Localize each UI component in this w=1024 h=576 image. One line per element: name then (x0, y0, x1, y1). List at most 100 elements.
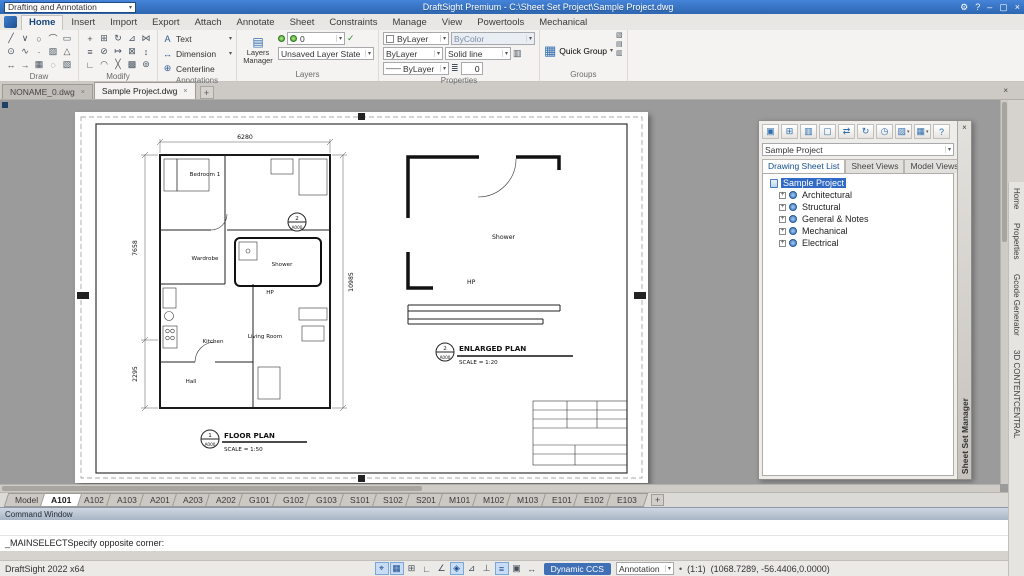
close-panel-icon[interactable]: × (962, 123, 967, 132)
side-tab-gcode-generator[interactable]: Gcode Generator (1012, 274, 1021, 336)
transmit-icon[interactable]: ⇄ ▾ (838, 124, 855, 139)
mirror-icon[interactable]: ⋈ (139, 32, 153, 45)
polar-icon[interactable]: ∠ (435, 562, 449, 575)
dimension-button[interactable]: ↔ Dimension ▾ (162, 47, 232, 60)
centerline-button[interactable]: ⊕ Centerline ▾ (162, 62, 232, 75)
polygon-icon[interactable]: △ (60, 45, 74, 58)
layer-visibility-icon[interactable] (278, 35, 285, 42)
snap-icon[interactable]: ⊞ (405, 562, 419, 575)
units-icon[interactable]: ↔ (525, 562, 539, 575)
etrack-icon[interactable]: ⊿ (465, 562, 479, 575)
tab-powertools[interactable]: Powertools (470, 16, 531, 30)
infinite-line-icon[interactable]: ↔ (4, 58, 18, 71)
line-color-combo[interactable]: ByLayer ▾ (383, 32, 449, 45)
expand-icon[interactable]: + (779, 204, 786, 211)
revision-cloud-icon[interactable]: ◌ (46, 58, 60, 71)
tree-item-sample-project[interactable]: + Sample Project (765, 177, 951, 189)
bycolor-combo[interactable]: ByColor ▾ (451, 32, 535, 45)
ray-icon[interactable]: → (18, 58, 32, 71)
copy-icon[interactable]: ⊞ (97, 32, 111, 45)
linestyle-combo[interactable]: Solid line ▾ (445, 47, 511, 60)
edit-group-icon[interactable]: ▧ (616, 32, 623, 40)
lineweight-combo[interactable]: ByLayer ▾ (383, 47, 443, 60)
quick-group-button[interactable]: ▦ Quick Group ▾ (544, 32, 613, 69)
expand-icon[interactable]: + (779, 192, 786, 199)
offset-icon[interactable]: ≡ (83, 45, 97, 58)
side-tab-home[interactable]: Home (1012, 188, 1021, 209)
linepattern-combo[interactable]: —— ByLayer ▾ (383, 62, 449, 75)
horizontal-scrollbar[interactable] (0, 484, 1000, 492)
tree-item-architectural[interactable]: + Architectural (765, 189, 951, 201)
polyline-icon[interactable]: ∨ (18, 32, 32, 45)
thickness-icon[interactable]: ≣ (451, 63, 459, 74)
spline-icon[interactable]: ∿ (18, 45, 32, 58)
array-icon[interactable]: ▩ (125, 58, 139, 71)
grid-icon[interactable]: ▦ (390, 562, 404, 575)
rectangle-icon[interactable]: ▭ (60, 32, 74, 45)
tab-view[interactable]: View (435, 16, 469, 30)
tab-model-views[interactable]: Model Views (904, 159, 964, 173)
explode-icon[interactable]: ╳ (111, 58, 125, 71)
recent-icon[interactable]: ◷ ▾ (876, 124, 893, 139)
ellipse-icon[interactable]: ⊙ (4, 45, 18, 58)
maximize-button[interactable]: ▢ (999, 2, 1008, 13)
minimize-button[interactable]: – (987, 2, 992, 12)
new-document-button[interactable]: + (200, 86, 214, 99)
tab-manage[interactable]: Manage (385, 16, 433, 30)
new-sheet-button[interactable]: + (651, 494, 664, 506)
tab-mechanical[interactable]: Mechanical (532, 16, 594, 30)
import-sheet-icon[interactable]: ▥ ▾ (800, 124, 817, 139)
sheet-tab-e103[interactable]: E103 (606, 493, 648, 507)
expand-icon[interactable]: + (779, 240, 786, 247)
refresh-icon[interactable]: ↻ ▾ (857, 124, 874, 139)
stretch-icon[interactable]: ↕ (139, 45, 153, 58)
doc-tab-noname[interactable]: NONAME_0.dwg × (2, 84, 93, 99)
scale-icon[interactable]: ⊿ (125, 32, 139, 45)
close-button[interactable]: × (1015, 2, 1020, 12)
tab-drawing-sheet-list[interactable]: Drawing Sheet List (762, 159, 845, 173)
help-icon[interactable]: ? (975, 2, 980, 12)
doc-tab-sample-project[interactable]: Sample Project.dwg × (94, 82, 196, 99)
dynamic-ccs-button[interactable]: Dynamic CCS (544, 563, 611, 575)
drawing-sheet[interactable]: 2 A000 Bedroom 1 Wardrobe Shower HP Livi… (75, 112, 648, 483)
new-sheet-set-icon[interactable]: ⊞ ▾ (781, 124, 798, 139)
arc-icon[interactable]: ⌒ (46, 32, 60, 45)
tree-item-mechanical[interactable]: + Mechanical (765, 225, 951, 237)
tab-home[interactable]: Home (21, 15, 63, 30)
app-logo-icon[interactable] (4, 16, 17, 28)
close-tab-icon[interactable]: × (81, 89, 85, 96)
lineweight-icon[interactable]: ≡ (495, 562, 509, 575)
region-icon[interactable]: ▧ (60, 58, 74, 71)
line-icon[interactable]: ╱ (4, 32, 18, 45)
sheet-tab-a101[interactable]: A101 (40, 493, 83, 507)
tree-item-electrical[interactable]: + Electrical (765, 237, 951, 249)
open-sheet-set-icon[interactable]: ▣ ▾ (762, 124, 779, 139)
tab-import[interactable]: Import (103, 16, 144, 30)
tab-sheet[interactable]: Sheet (283, 16, 322, 30)
circle-icon[interactable]: ○ (32, 32, 46, 45)
command-window-header[interactable]: Command Window × (0, 508, 1024, 520)
trim-icon[interactable]: ⊘ (97, 45, 111, 58)
tab-insert[interactable]: Insert (64, 16, 102, 30)
new-sheet-icon[interactable]: ▢ ▾ (819, 124, 836, 139)
help-icon[interactable]: ? ▾ (933, 124, 950, 139)
extend-icon[interactable]: ↦ (111, 45, 125, 58)
hatch-icon[interactable]: ▨ (46, 45, 60, 58)
thickness-field[interactable]: 0 (461, 62, 483, 75)
move-icon[interactable]: + (83, 32, 97, 45)
annotation-scale-combo[interactable]: Annotation ▾ (616, 562, 674, 575)
table-icon[interactable]: ▦ (32, 58, 46, 71)
rotate-icon[interactable]: ↻ (111, 32, 125, 45)
side-tab-3d-contentcentral[interactable]: 3D CONTENTCENTRAL (1012, 350, 1021, 438)
point-icon[interactable]: · (32, 45, 46, 58)
match-properties-icon[interactable]: ▥ (513, 48, 522, 59)
close-tab-icon[interactable]: × (183, 88, 187, 95)
vertical-scrollbar[interactable] (1000, 100, 1008, 484)
sheet-set-combo[interactable]: Sample Project ▾ (762, 143, 954, 156)
expand-icon[interactable]: + (779, 228, 786, 235)
side-tab-properties[interactable]: Properties (1012, 223, 1021, 259)
tab-attach[interactable]: Attach (188, 16, 229, 30)
layers-manager-button[interactable]: ▤ Layers Manager (241, 32, 275, 69)
entity-snap-icon[interactable]: ⊥ (480, 562, 494, 575)
print-area-icon[interactable]: ▣ (510, 562, 524, 575)
